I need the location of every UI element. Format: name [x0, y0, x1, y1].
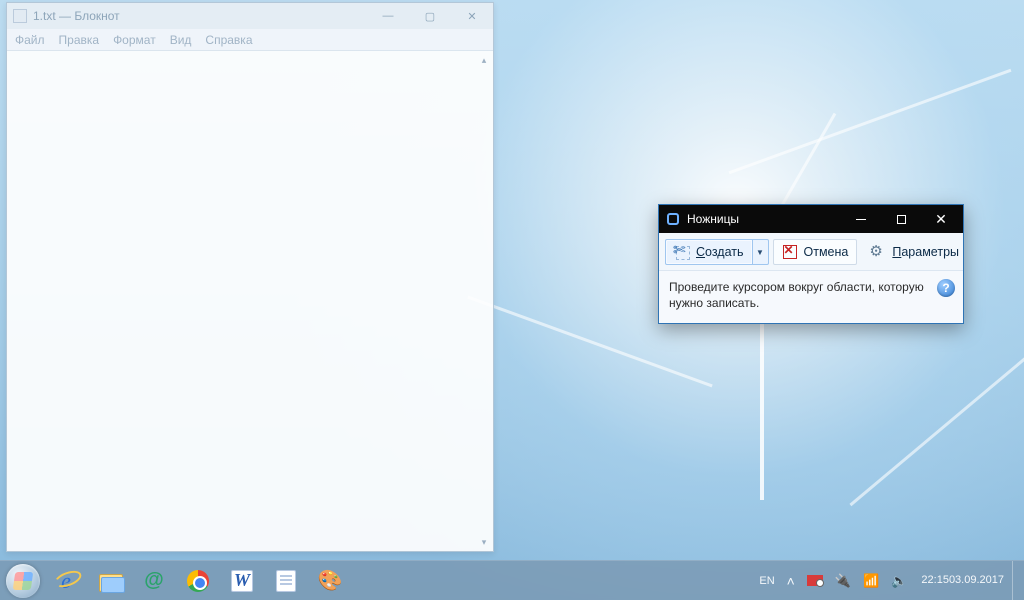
snip-hint-text: Проведите курсором вокруг области, котор…: [669, 280, 924, 310]
chrome-icon: [185, 568, 211, 594]
start-button[interactable]: [6, 564, 40, 598]
close-button[interactable]: ✕: [451, 3, 493, 29]
snip-hint-area: Проведите курсором вокруг области, котор…: [659, 271, 963, 323]
notepad-text-area[interactable]: ▴ ▾: [7, 51, 493, 551]
taskbar-chrome[interactable]: [177, 563, 219, 599]
decor-beam: [729, 69, 1012, 174]
taskbar-notepad[interactable]: [265, 563, 307, 599]
minimize-button[interactable]: —: [367, 3, 409, 29]
notepad-icon: [276, 570, 296, 592]
notepad-app-icon: [13, 9, 27, 23]
clock-time: 22:15: [921, 574, 949, 587]
menu-edit[interactable]: Правка: [59, 33, 100, 47]
notepad-window: 1.txt — Блокнот — ▢ ✕ Файл Правка Формат…: [6, 2, 494, 552]
options-label-rest: араметры: [901, 245, 959, 259]
desktop: 1.txt — Блокнот — ▢ ✕ Файл Правка Формат…: [0, 0, 1024, 600]
file-explorer-icon: [97, 568, 123, 594]
scroll-down-icon[interactable]: ▾: [477, 535, 491, 549]
notepad-titlebar[interactable]: 1.txt — Блокнот — ▢ ✕: [7, 3, 493, 29]
cancel-button[interactable]: Отмена: [773, 239, 858, 265]
internet-explorer-icon: [53, 568, 79, 594]
action-center-icon[interactable]: [801, 561, 829, 600]
volume-icon[interactable]: [885, 561, 913, 600]
network-icon[interactable]: [857, 561, 885, 600]
scroll-up-icon[interactable]: ▴: [477, 53, 491, 67]
new-snip-mode-dropdown[interactable]: ▼: [753, 239, 769, 265]
minimize-button[interactable]: [841, 205, 881, 233]
gear-icon: [870, 244, 886, 260]
menu-file[interactable]: Файл: [15, 33, 45, 47]
flag-icon: [807, 575, 823, 586]
clock-date: 03.09.2017: [949, 574, 1004, 587]
help-icon[interactable]: ?: [937, 279, 955, 297]
notepad-title: 1.txt — Блокнот: [33, 9, 120, 23]
maximize-button[interactable]: [881, 205, 921, 233]
cancel-icon: [782, 244, 798, 260]
taskbar-ie[interactable]: [45, 563, 87, 599]
close-button[interactable]: ✕: [921, 205, 961, 233]
power-icon[interactable]: [829, 561, 857, 600]
show-desktop-button[interactable]: [1012, 561, 1020, 600]
taskbar-mail-agent[interactable]: [133, 563, 175, 599]
system-tray: EN 22:15 03.09.2017: [753, 561, 1024, 600]
new-snip-splitbutton[interactable]: Создать ▼: [665, 239, 769, 265]
show-hidden-icons[interactable]: [781, 561, 801, 600]
decor-beam: [849, 337, 1024, 506]
snip-title: Ножницы: [687, 212, 739, 226]
word-icon: [231, 570, 253, 592]
new-label-rest: оздать: [705, 245, 743, 259]
menu-view[interactable]: Вид: [170, 33, 192, 47]
menu-help[interactable]: Справка: [205, 33, 252, 47]
decor-beam: [760, 320, 764, 500]
snipping-tool-window: Ножницы ✕ Создать ▼ Отмена Параметры: [658, 204, 964, 324]
taskbar-explorer[interactable]: [89, 563, 131, 599]
notepad-menubar: Файл Правка Формат Вид Справка: [7, 29, 493, 51]
menu-format[interactable]: Формат: [113, 33, 156, 47]
taskbar-paint[interactable]: [309, 563, 351, 599]
options-button[interactable]: Параметры: [861, 239, 968, 265]
scissors-icon: [674, 244, 690, 260]
maximize-button[interactable]: ▢: [409, 3, 451, 29]
language-indicator[interactable]: EN: [753, 561, 780, 600]
snip-titlebar[interactable]: Ножницы ✕: [659, 205, 963, 233]
paint-icon: [317, 568, 343, 594]
taskbar-word[interactable]: [221, 563, 263, 599]
snip-toolbar: Создать ▼ Отмена Параметры: [659, 233, 963, 271]
new-snip-button[interactable]: Создать: [665, 239, 753, 265]
clock[interactable]: 22:15 03.09.2017: [913, 561, 1012, 600]
at-sign-icon: [141, 568, 167, 594]
taskbar: EN 22:15 03.09.2017: [0, 560, 1024, 600]
scissors-icon: [665, 211, 681, 227]
cancel-label: Отмена: [804, 245, 849, 259]
